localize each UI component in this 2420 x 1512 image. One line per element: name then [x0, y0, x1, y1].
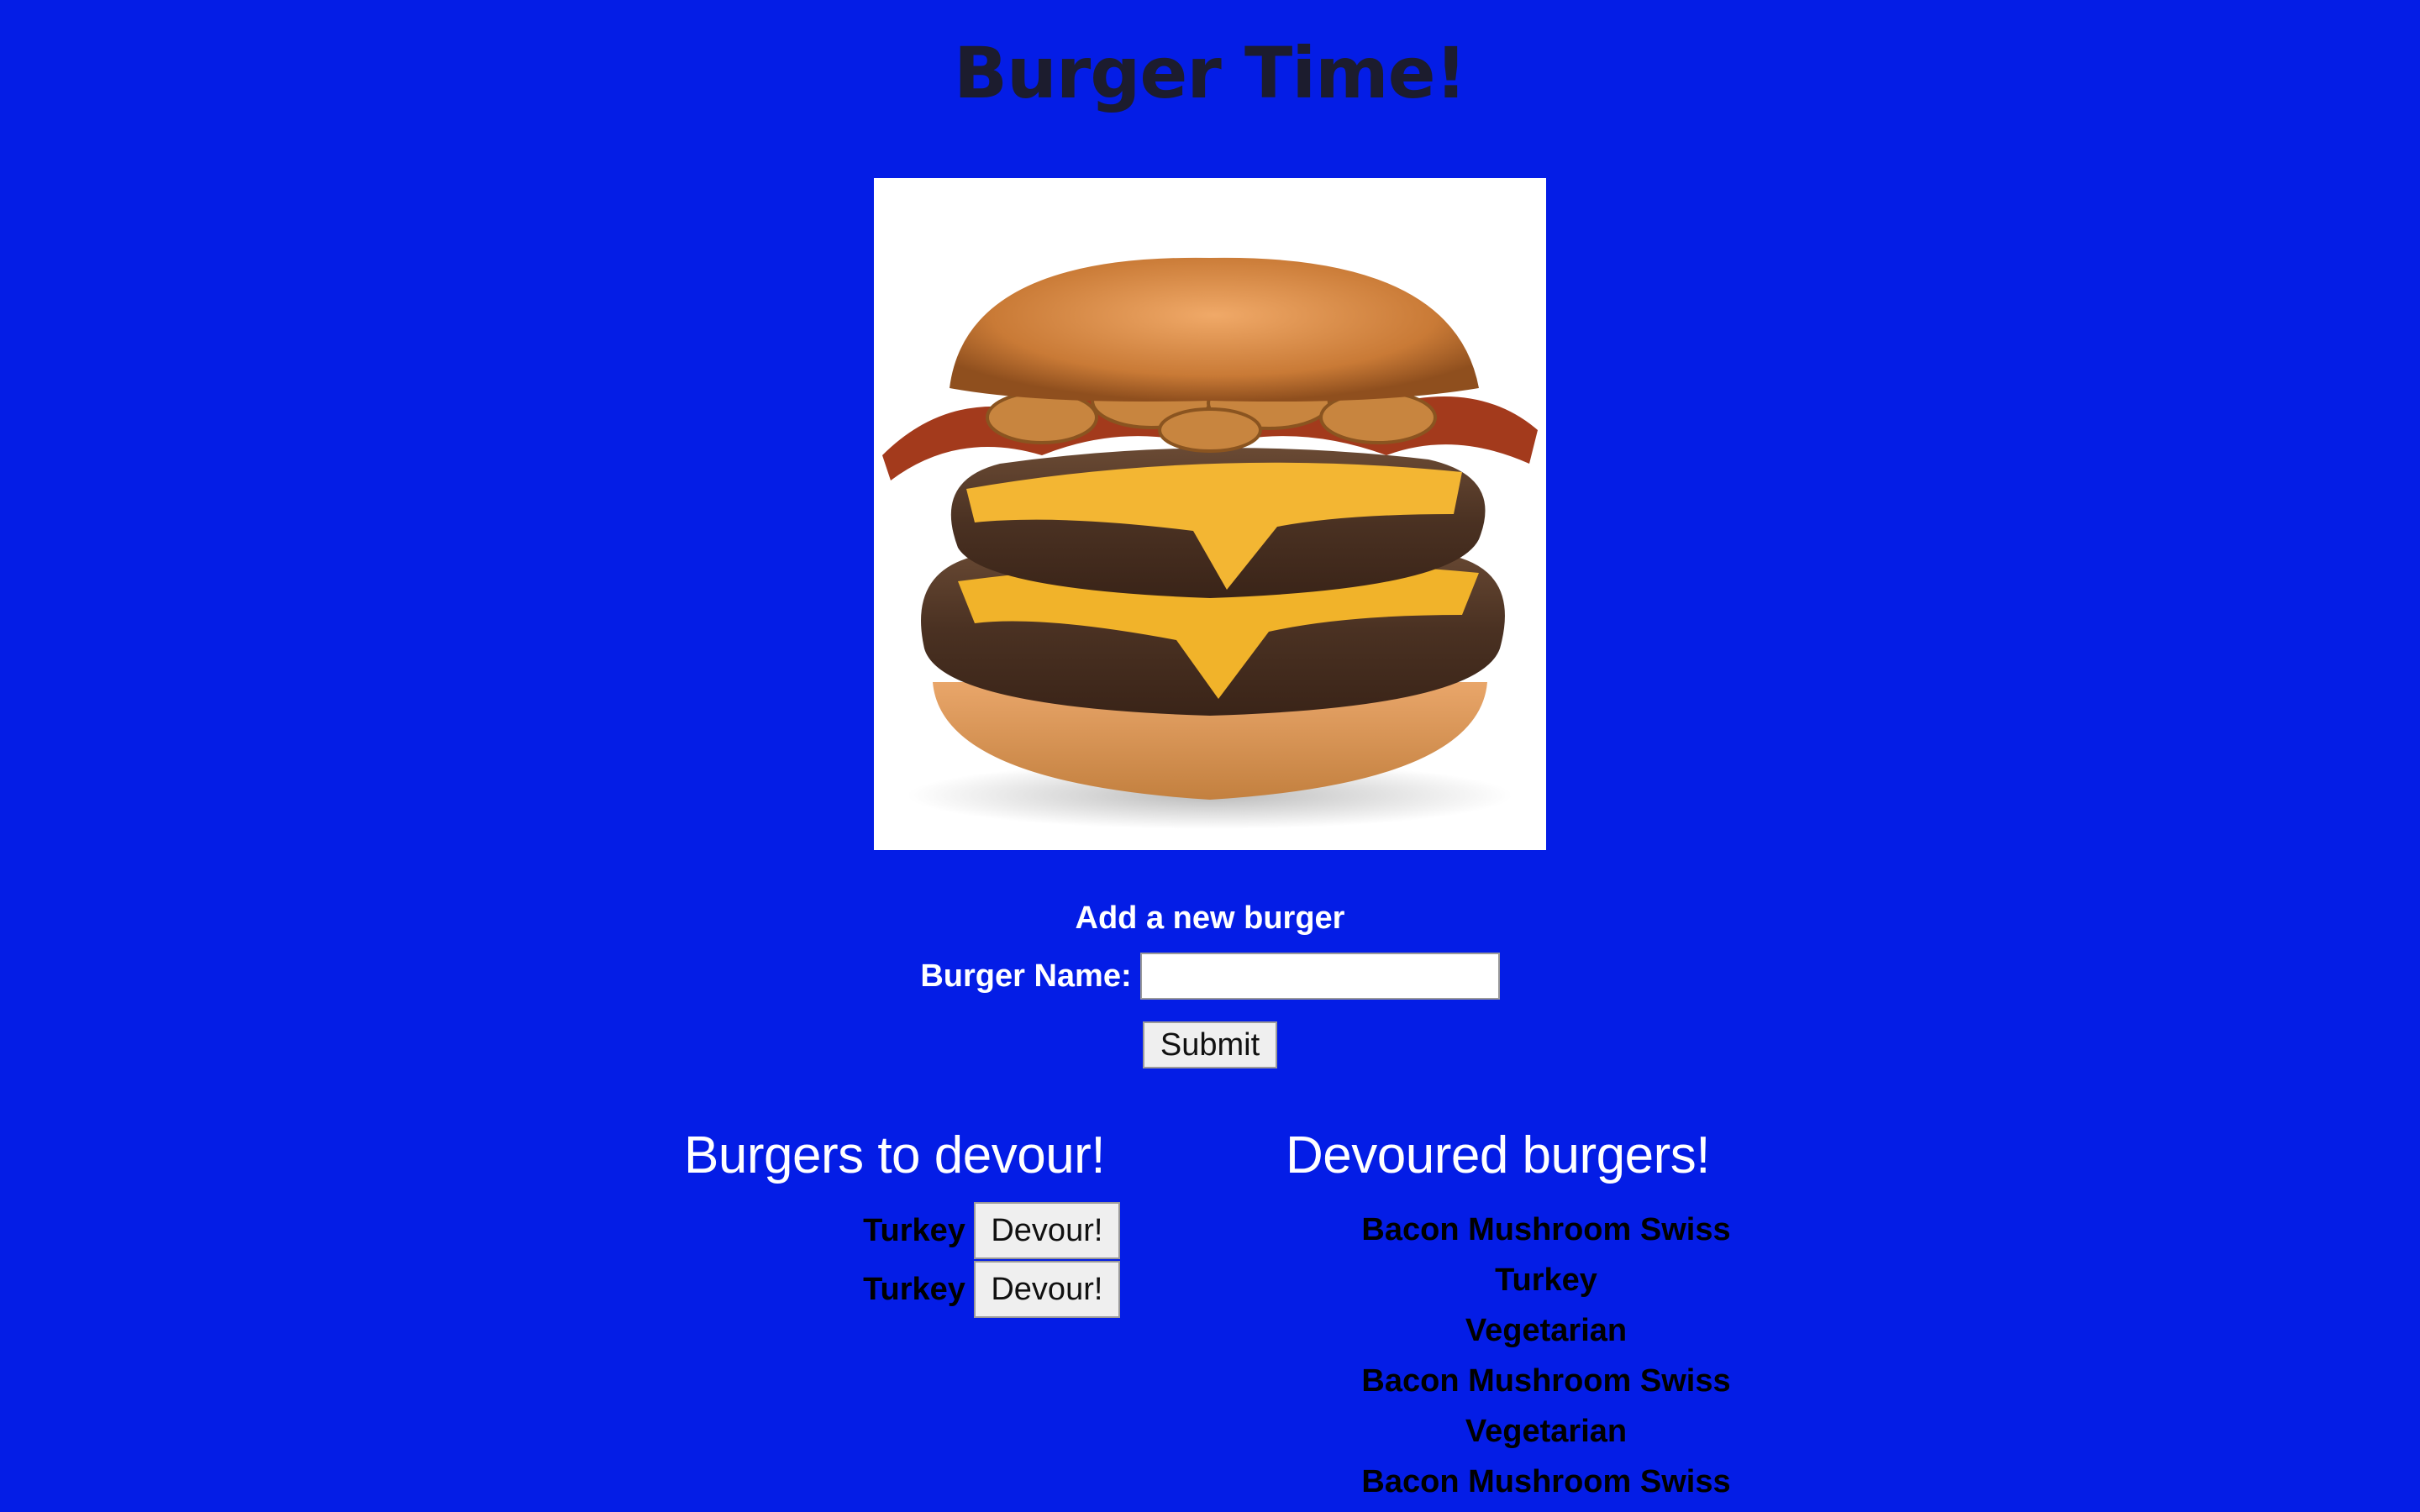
submit-button[interactable]: Submit: [1143, 1021, 1277, 1068]
list-item: Bacon Mushroom Swiss: [1361, 1363, 1731, 1399]
devour-button[interactable]: Devour!: [973, 1202, 1120, 1259]
list-item: Turkey Devour!: [756, 1260, 1227, 1319]
add-burger-title: Add a new burger: [1075, 900, 1345, 936]
list-item: Bacon Mushroom Swiss: [1361, 1464, 1731, 1499]
page-title: Burger Time!: [954, 32, 1467, 114]
burger-name: Turkey: [863, 1212, 965, 1248]
devoured-list: Bacon Mushroom Swiss Turkey Vegetarian B…: [1311, 1205, 1781, 1507]
to-devour-list: Turkey Devour! Turkey Devour!: [756, 1201, 1227, 1319]
list-item: Bacon Mushroom Swiss: [1361, 1212, 1731, 1247]
burger-name: Turkey: [863, 1271, 965, 1307]
devoured-title: Devoured burgers!: [1286, 1126, 1711, 1184]
burger-icon: [882, 257, 1538, 829]
devour-button[interactable]: Devour!: [973, 1261, 1120, 1318]
burger-image: [874, 178, 1546, 850]
list-item: Turkey Devour!: [756, 1201, 1227, 1260]
burger-name-input[interactable]: [1139, 953, 1500, 1000]
list-item: Vegetarian: [1465, 1414, 1628, 1449]
page: Burger Time! Add a new burger Burger Nam…: [0, 0, 2420, 1512]
to-devour-title: Burgers to devour!: [684, 1126, 1106, 1184]
burger-form: Burger Name:: [0, 953, 2420, 1000]
burger-name-label: Burger Name:: [920, 958, 1132, 994]
list-item: Vegetarian: [1465, 1313, 1628, 1348]
list-item: Turkey: [1495, 1263, 1597, 1298]
